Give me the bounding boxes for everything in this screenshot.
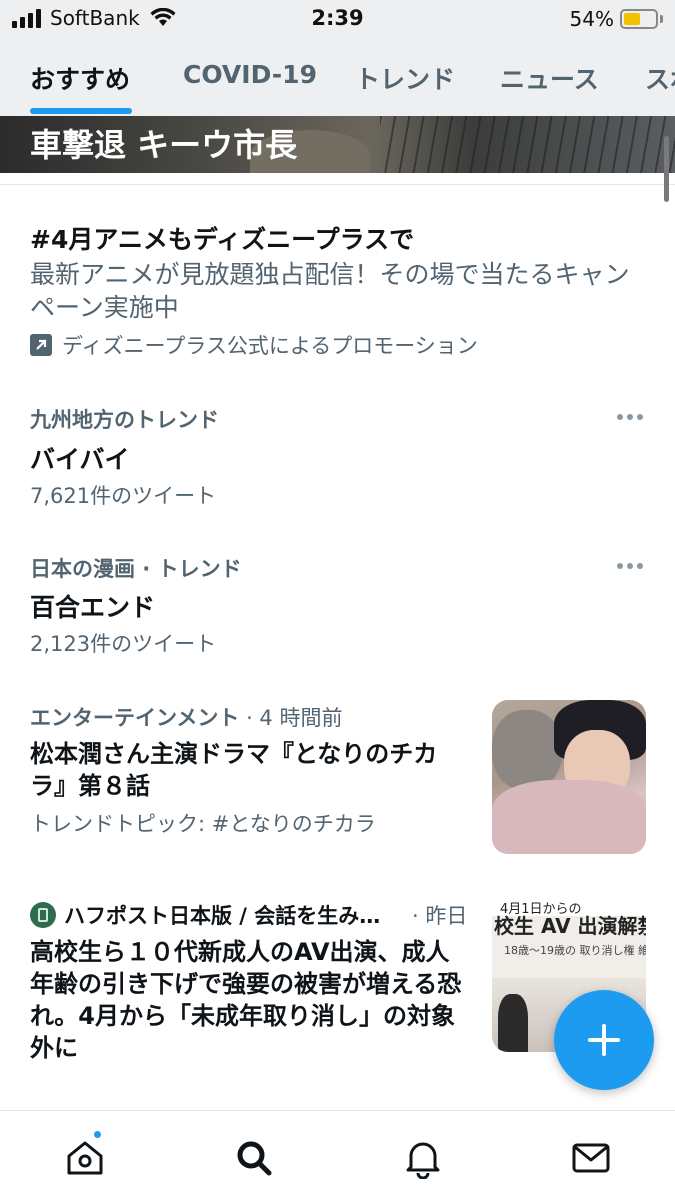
battery-icon <box>620 9 658 29</box>
explore-tabs: おすすめ COVID-19 トレンド ニュース スポーツ <box>0 38 675 116</box>
promoted-trend-description[interactable]: 最新アニメが見放題独占配信！その場で当たるキャンペーン実施中 <box>30 258 650 324</box>
battery-tip <box>660 15 663 23</box>
trend-tweet-count: 7,621件のツイート <box>30 484 217 508</box>
scrollbar-thumb[interactable] <box>664 136 669 202</box>
tab-trending[interactable]: トレンド <box>355 60 455 96</box>
promoted-by: ディズニープラス公式によるプロモーション <box>30 330 478 360</box>
promoted-arrow-icon <box>30 334 52 356</box>
home-icon <box>67 1141 103 1175</box>
nav-search[interactable] <box>229 1133 279 1183</box>
more-options-button[interactable] <box>617 412 643 422</box>
compose-tweet-button[interactable] <box>554 990 654 1090</box>
hero-title: 車撃退 キーウ市長 <box>30 126 298 164</box>
story-headline[interactable]: 高校生ら１０代新成人のAV出演、成人年齢の引き下げで強要の被害が増える恐れ。4月… <box>30 936 470 1064</box>
nav-notifications[interactable] <box>398 1133 448 1183</box>
mail-icon <box>572 1143 610 1173</box>
thumbnail-banner-subtext: 18歳〜19歳の 取り消し権 維 <box>504 944 646 957</box>
divider <box>0 184 675 185</box>
nav-messages[interactable] <box>566 1133 616 1183</box>
story-meta: エンターテインメント · 4 時間前 <box>30 702 342 732</box>
promoted-by-label: ディズニープラス公式によるプロモーション <box>62 334 478 358</box>
story-source: ハフポスト日本版 / 会話を生み… <box>30 900 380 930</box>
more-options-button[interactable] <box>617 561 643 571</box>
notification-dot <box>92 1129 103 1140</box>
tab-recommended[interactable]: おすすめ <box>30 60 130 96</box>
battery-percent: 54% <box>569 7 614 31</box>
trend-context-label: 九州地方のトレンド <box>30 408 219 432</box>
story-topic[interactable]: トレンドトピック: #となりのチカラ <box>30 808 376 838</box>
trend-context-label: 日本の漫画 · トレンド <box>30 557 242 581</box>
search-icon <box>237 1141 272 1176</box>
trend-name[interactable]: 百合エンド <box>30 588 155 624</box>
trend-context: 九州地方のトレンド <box>30 404 219 434</box>
source-logo-icon <box>30 902 56 928</box>
tab-news[interactable]: ニュース <box>500 60 599 96</box>
thumbnail-banner-text: 校生 AV 出演解禁を <box>494 914 646 938</box>
battery-fill <box>624 13 641 25</box>
active-tab-indicator <box>30 108 132 114</box>
bell-icon <box>406 1142 440 1179</box>
tab-covid-19[interactable]: COVID-19 <box>183 60 317 89</box>
trend-tweet-count: 2,123件のツイート <box>30 632 217 656</box>
story-thumbnail[interactable] <box>492 700 646 854</box>
story-category: エンターテインメント <box>30 706 240 730</box>
trend-context: 日本の漫画 · トレンド <box>30 553 242 583</box>
story-headline[interactable]: 松本潤さん主演ドラマ『となりのチカラ』第８話 <box>30 738 470 802</box>
tab-sports[interactable]: スポーツ <box>645 60 675 96</box>
trend-name[interactable]: バイバイ <box>30 440 130 476</box>
bottom-navigation <box>0 1110 675 1200</box>
promoted-trend-title[interactable]: #4月アニメもディズニープラスで <box>30 220 414 256</box>
status-bar: SoftBank 2:39 54% <box>0 0 675 38</box>
nav-home[interactable] <box>60 1129 110 1183</box>
story-time: · 昨日 <box>412 904 468 928</box>
hero-trees <box>380 116 675 173</box>
source-name: ハフポスト日本版 / 会話を生み… <box>64 904 381 928</box>
story-time: · 4 時間前 <box>246 706 343 730</box>
hero-image[interactable]: 車撃退 キーウ市長 <box>0 116 675 173</box>
battery-status: 54% <box>570 7 663 31</box>
